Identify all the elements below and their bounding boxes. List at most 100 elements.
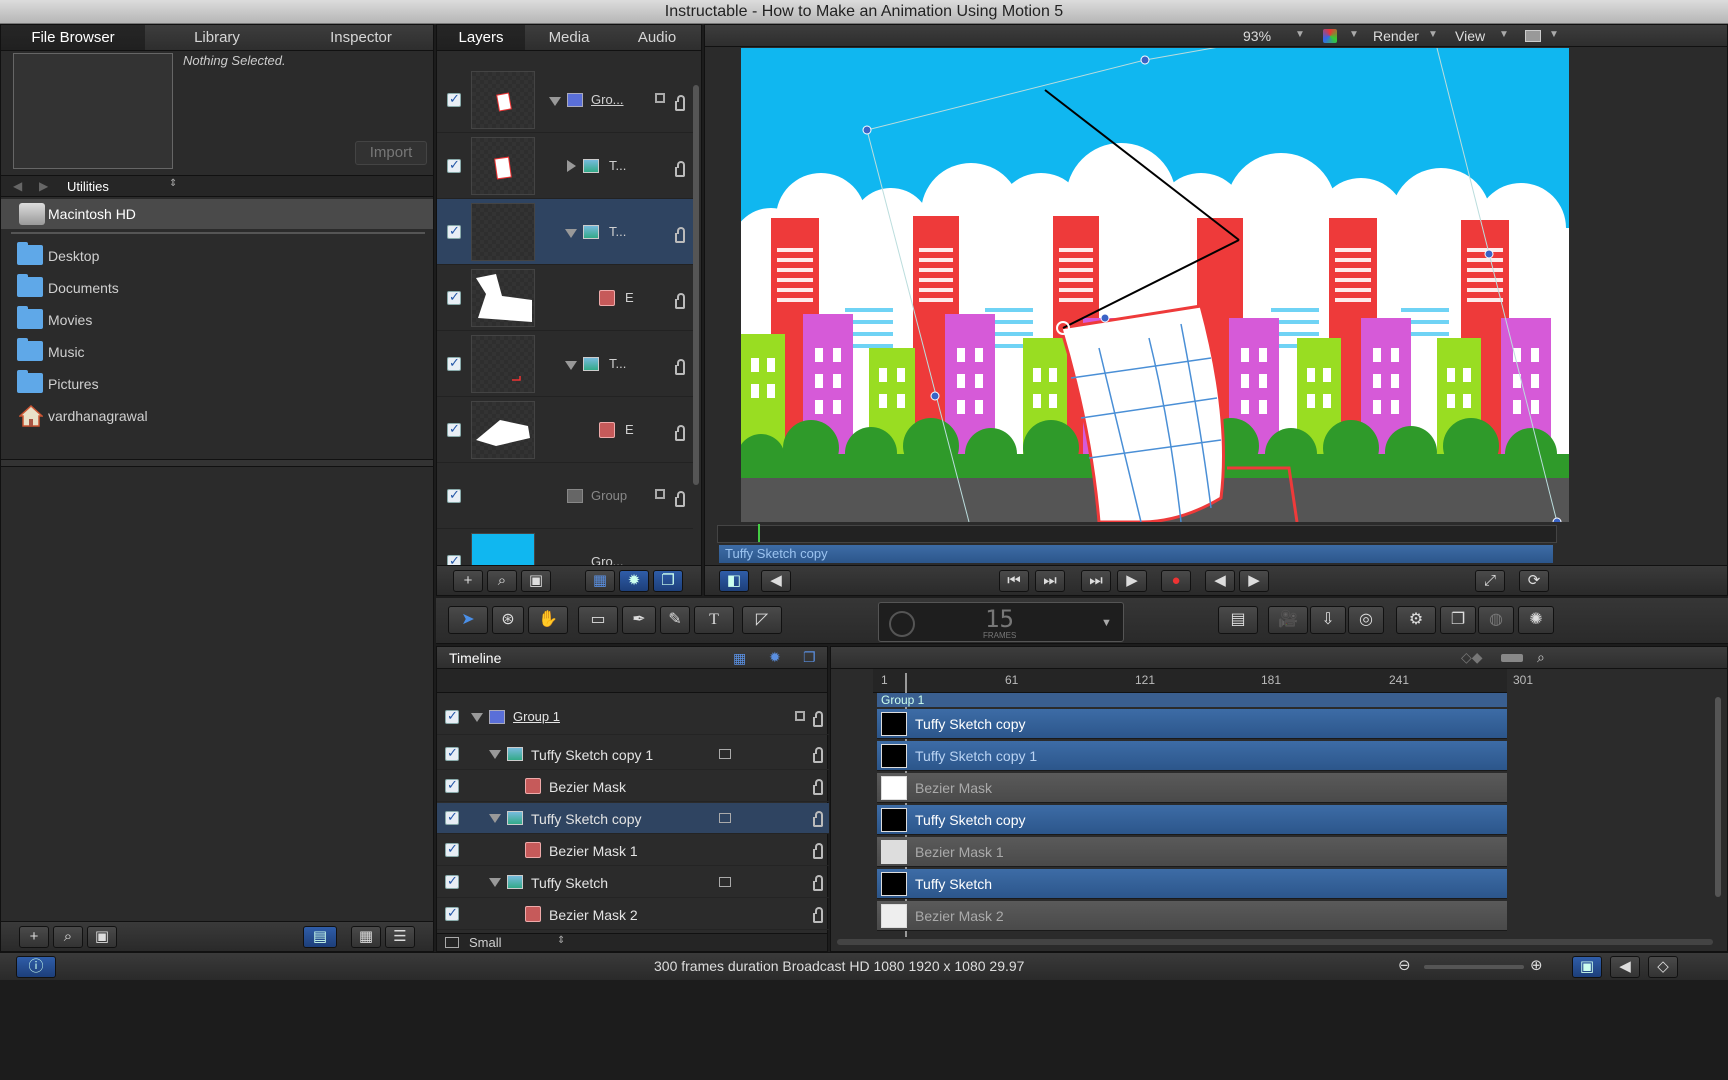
layer-row[interactable]: T...: [437, 331, 693, 397]
layer-checkbox[interactable]: [447, 157, 461, 173]
shape-tool-button[interactable]: ▭: [578, 606, 618, 634]
timeline-row-selected[interactable]: Tuffy Sketch copy: [437, 803, 829, 834]
behaviors-button[interactable]: ⚙: [1396, 606, 1436, 634]
show-filters-button[interactable]: ❐: [653, 570, 683, 592]
layer-row[interactable]: T...: [437, 133, 693, 199]
forward-arrow-icon[interactable]: ▶: [39, 179, 48, 193]
fullscreen-button[interactable]: ⤢: [1475, 570, 1505, 592]
layer-checkbox[interactable]: [447, 487, 461, 503]
view-chevron-icon[interactable]: ▼: [1499, 29, 1509, 40]
3d-transform-tool-button[interactable]: ⊛: [492, 606, 524, 634]
lock-icon[interactable]: [675, 425, 685, 441]
track-bar[interactable]: Tuffy Sketch copy 1: [877, 741, 1507, 771]
sidebar-item-home[interactable]: vardhanagrawal: [17, 404, 417, 431]
pen-tool-button[interactable]: ✒: [622, 606, 656, 634]
sidebar-item-documents[interactable]: Documents: [17, 274, 417, 303]
view-menu[interactable]: View: [1455, 28, 1485, 44]
layer-checkbox[interactable]: [445, 873, 459, 889]
lock-icon[interactable]: [675, 491, 685, 507]
layer-row[interactable]: Gro...: [437, 67, 693, 133]
browser-divider[interactable]: [1, 459, 433, 467]
layer-checkbox[interactable]: [445, 809, 459, 825]
keyframe-toggle-button[interactable]: ◇: [1648, 956, 1678, 978]
play-button[interactable]: ▶: [1117, 570, 1147, 592]
import-layer-button[interactable]: ▣: [521, 570, 551, 592]
lock-icon[interactable]: [675, 95, 685, 111]
disclosure-triangle-icon[interactable]: [471, 713, 483, 722]
layer-row[interactable]: T...: [437, 199, 693, 265]
timeline-horizontal-scrollbar[interactable]: [837, 939, 1713, 945]
track-bar[interactable]: Tuffy Sketch: [877, 869, 1507, 899]
paint-tool-button[interactable]: ✎: [660, 606, 690, 634]
show-behaviors-icon[interactable]: ✹: [769, 649, 781, 666]
render-chevron-icon[interactable]: ▼: [1428, 29, 1438, 40]
make-clone-button[interactable]: ❐: [1440, 606, 1476, 634]
disclosure-triangle-icon[interactable]: [549, 97, 561, 106]
list-view-button[interactable]: ☰: [385, 926, 415, 948]
track-bar[interactable]: Bezier Mask 1: [877, 837, 1507, 867]
lock-icon[interactable]: [813, 779, 823, 795]
import-button[interactable]: Import: [355, 141, 427, 165]
zoom-slider-icon[interactable]: [1501, 654, 1523, 662]
disclosure-triangle-icon[interactable]: [489, 878, 501, 887]
timeline-row[interactable]: Bezier Mask: [437, 771, 829, 802]
timecode-display[interactable]: 15 FRAMES ▼: [878, 602, 1124, 642]
lock-icon[interactable]: [675, 293, 685, 309]
zoom-chevron-icon[interactable]: ▼: [1295, 29, 1305, 40]
layer-checkbox[interactable]: [447, 421, 461, 437]
track-bar[interactable]: Tuffy Sketch copy: [877, 805, 1507, 835]
lock-icon[interactable]: [813, 811, 823, 827]
keyframe-nav-icon[interactable]: ◇◆: [1461, 649, 1483, 666]
timeline-row-group[interactable]: Group 1: [437, 699, 829, 735]
drive-row[interactable]: Macintosh HD: [1, 199, 433, 229]
mini-timeline[interactable]: [717, 524, 1557, 543]
sidebar-item-desktop[interactable]: Desktop: [17, 242, 417, 271]
playhead-icon[interactable]: [758, 524, 760, 542]
lock-icon[interactable]: [813, 747, 823, 763]
audio-scrub-button[interactable]: ◀: [1610, 956, 1640, 978]
layer-row[interactable]: Group: [437, 463, 693, 529]
snapping-button[interactable]: ▣: [1572, 956, 1602, 978]
previous-edit-button[interactable]: ◀: [1205, 570, 1235, 592]
layer-checkbox[interactable]: [447, 223, 461, 239]
lock-icon[interactable]: [813, 875, 823, 891]
lock-icon[interactable]: [675, 161, 685, 177]
location-menu-chevron-icon[interactable]: ⇕: [169, 178, 177, 189]
layout-icon[interactable]: [1525, 30, 1541, 42]
zoom-icon[interactable]: ⌕: [1537, 649, 1545, 666]
zoom-out-icon[interactable]: ⊖: [1398, 956, 1411, 974]
timeline-ruler[interactable]: 1 61 121 181 241 301: [873, 669, 1533, 693]
layer-checkbox[interactable]: [445, 777, 459, 793]
timecode-chevron-icon[interactable]: ▼: [1101, 617, 1112, 629]
render-menu[interactable]: Render: [1373, 28, 1419, 44]
canvas-viewport[interactable]: [741, 48, 1569, 522]
layout-chevron-icon[interactable]: ▼: [1549, 29, 1559, 40]
replicate-button[interactable]: ◍: [1478, 606, 1514, 634]
tab-inspector[interactable]: Inspector: [289, 25, 433, 50]
layer-checkbox[interactable]: [445, 708, 459, 724]
lock-icon[interactable]: [675, 227, 685, 243]
project-properties-button[interactable]: ▤: [1218, 606, 1258, 634]
particles-button[interactable]: ✺: [1518, 606, 1554, 634]
disclosure-triangle-icon[interactable]: [489, 750, 501, 759]
disclosure-triangle-icon[interactable]: [565, 229, 577, 238]
channels-chevron-icon[interactable]: ▼: [1349, 29, 1359, 40]
tab-layers[interactable]: Layers: [437, 25, 525, 50]
layer-checkbox[interactable]: [447, 91, 461, 107]
group-bar[interactable]: Group 1: [877, 693, 1507, 707]
generators-button[interactable]: ⇩: [1310, 606, 1346, 634]
record-button[interactable]: ●: [1161, 570, 1191, 592]
text-tool-button[interactable]: T: [694, 606, 734, 634]
layer-row[interactable]: E: [437, 265, 693, 331]
pan-tool-button[interactable]: ✋: [528, 606, 568, 634]
camera-button[interactable]: 🎥: [1268, 606, 1308, 634]
add-button[interactable]: +: [19, 926, 49, 948]
filters-button[interactable]: ◎: [1348, 606, 1384, 634]
loop-button[interactable]: ⟳: [1519, 570, 1549, 592]
tab-media[interactable]: Media: [525, 25, 613, 50]
track-bar[interactable]: Tuffy Sketch copy: [877, 709, 1507, 739]
search-button[interactable]: ⌕: [53, 926, 83, 948]
layer-checkbox[interactable]: [445, 841, 459, 857]
grid-view-button[interactable]: ▦: [351, 926, 381, 948]
info-button[interactable]: ⓘ: [16, 956, 56, 978]
